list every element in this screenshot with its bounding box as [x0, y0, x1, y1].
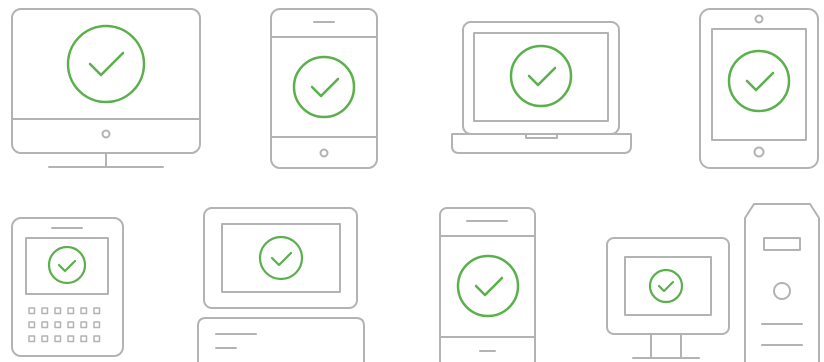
- laptop-icon: [451, 21, 632, 154]
- pc-tower-icon: [606, 203, 820, 362]
- desktop-monitor-icon: [11, 8, 201, 168]
- smartphone-icon: [270, 8, 378, 169]
- check-icon: [727, 49, 791, 113]
- check-icon: [66, 24, 146, 104]
- keypad-keys: [28, 307, 101, 343]
- check-icon: [292, 55, 356, 119]
- device-illustration: [11, 8, 820, 362]
- dual-screen-device-icon: [197, 207, 365, 362]
- check-icon: [47, 245, 87, 285]
- check-icon: [258, 235, 304, 281]
- check-icon: [509, 44, 573, 108]
- tall-smartphone-icon: [439, 207, 536, 362]
- keypad-phone-icon: [11, 217, 124, 357]
- check-icon: [648, 268, 684, 304]
- check-icon: [456, 254, 520, 318]
